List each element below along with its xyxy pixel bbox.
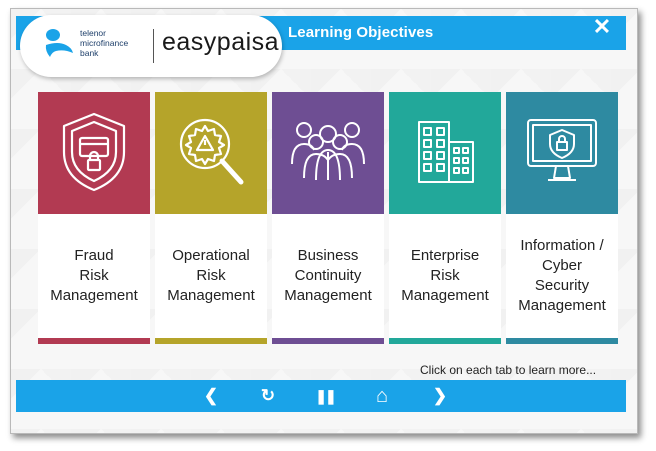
logo-badge: telenor microfinance bank easypaisa <box>20 15 282 77</box>
tab-fraud-risk[interactable]: Fraud Risk Management <box>38 92 150 344</box>
easypaisa-logo: easypaisa <box>162 28 280 56</box>
tab-icon-panel <box>272 92 384 214</box>
tab-strip <box>272 338 384 344</box>
monitor-lock-icon <box>527 119 597 181</box>
gear-magnifier-icon <box>179 118 244 185</box>
tab-label: Fraud Risk Management <box>50 247 138 304</box>
tab-strip <box>389 338 501 344</box>
shield-card-icon <box>62 112 126 192</box>
home-button[interactable]: ⌂ <box>370 385 394 407</box>
next-button[interactable]: ❯ <box>428 385 452 407</box>
previous-button[interactable]: ❮ <box>199 385 223 407</box>
tab-business-continuity[interactable]: Business Continuity Management <box>272 92 384 344</box>
tab-strip <box>38 338 150 344</box>
pause-button[interactable]: ❚❚ <box>313 385 337 407</box>
tab-icon-panel <box>506 92 618 214</box>
tab-information-security[interactable]: Information / Cyber Security Management <box>506 92 618 344</box>
page-title: Learning Objectives <box>288 24 434 41</box>
tab-label: Business Continuity Management <box>284 247 372 304</box>
telenor-logo-icon <box>45 29 73 57</box>
tab-icon-panel <box>38 92 150 214</box>
tab-label: Operational Risk Management <box>167 247 255 304</box>
bank-line: microfinance <box>80 38 129 48</box>
replay-button[interactable]: ↻ <box>256 385 280 407</box>
bank-line: telenor <box>80 28 106 38</box>
tab-strip <box>155 338 267 344</box>
bank-name: telenor microfinance bank <box>80 28 150 58</box>
tab-operational-risk[interactable]: Operational Risk Management <box>155 92 267 344</box>
logo-divider <box>153 29 154 63</box>
tab-icon-panel <box>389 92 501 214</box>
close-button[interactable]: ✕ <box>590 15 614 39</box>
tab-label: Enterprise Risk Management <box>401 247 489 304</box>
instruction-hint: Click on each tab to learn more... <box>420 363 597 377</box>
buildings-icon <box>418 121 474 183</box>
tab-label: Information / Cyber Security Management <box>518 237 606 314</box>
team-people-icon <box>291 122 365 181</box>
tab-enterprise-risk[interactable]: Enterprise Risk Management <box>389 92 501 344</box>
tab-strip <box>506 338 618 344</box>
bank-line: bank <box>80 48 99 58</box>
tab-icon-panel <box>155 92 267 214</box>
